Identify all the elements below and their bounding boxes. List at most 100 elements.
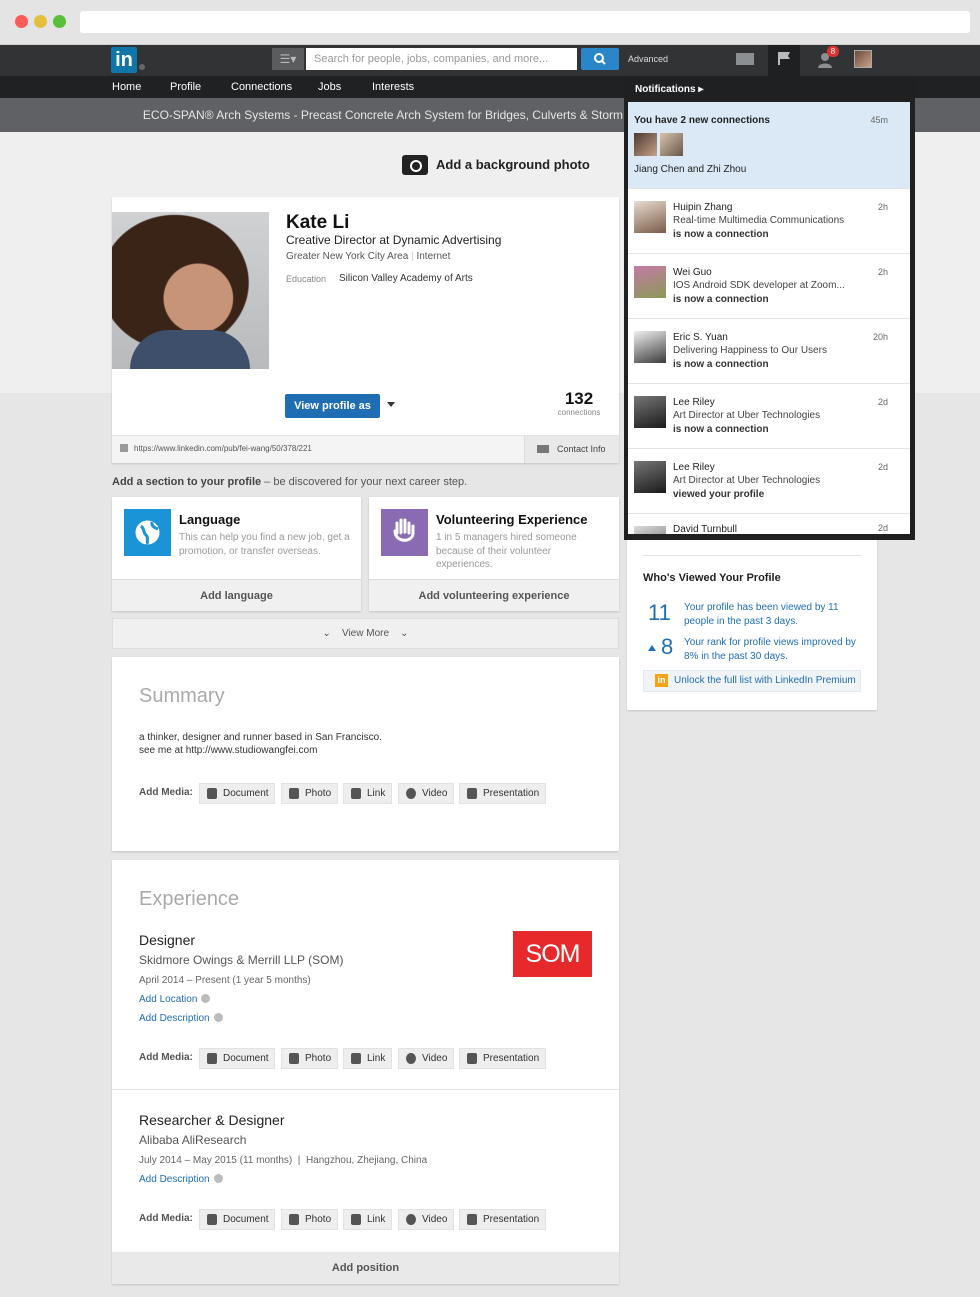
link-label: Link — [367, 1214, 386, 1225]
avatar[interactable] — [634, 266, 666, 298]
view-profile-as-button[interactable]: View profile as — [285, 394, 380, 418]
avatar[interactable] — [634, 526, 666, 534]
notification-item[interactable]: Lee Riley Art Director at Uber Technolog… — [628, 385, 910, 449]
address-bar[interactable] — [80, 11, 970, 33]
help-icon[interactable] — [201, 994, 211, 1003]
nav-jobs[interactable]: Jobs — [318, 81, 341, 93]
notification-desc: Delivering Happiness to Our Users — [673, 345, 827, 356]
notifications-button[interactable] — [768, 45, 800, 76]
add-link-button[interactable]: Link — [343, 783, 392, 804]
play-icon — [406, 1053, 416, 1064]
notification-item[interactable]: You have 2 new connections Jiang Chen an… — [628, 102, 910, 189]
notification-name: Wei Guo — [673, 267, 712, 278]
view-more-label[interactable]: ⌄ View More ⌄ — [112, 628, 619, 639]
notifications-header[interactable]: Notifications ▸ — [635, 84, 703, 95]
add-description-label: Add Description — [139, 1174, 210, 1185]
notification-time: 2d — [877, 462, 888, 472]
language-title: Language — [179, 512, 241, 527]
notification-item[interactable]: Wei Guo IOS Android SDK developer at Zoo… — [628, 255, 910, 319]
notification-action: is now a connection — [673, 229, 769, 240]
add-document-button[interactable]: Document — [199, 1048, 276, 1069]
notification-action: viewed your profile — [673, 489, 765, 500]
notification-item[interactable]: Lee Riley Art Director at Uber Technolog… — [628, 450, 910, 514]
notification-item[interactable]: Huipin Zhang Real-time Multimedia Commun… — [628, 190, 910, 254]
add-description-link[interactable]: Add Description — [139, 1174, 223, 1185]
avatar[interactable] — [634, 461, 666, 493]
add-location-link[interactable]: Add Location — [139, 994, 211, 1005]
whos-viewed-title[interactable]: Who's Viewed Your Profile — [643, 572, 781, 584]
add-description-link[interactable]: Add Description — [139, 1013, 223, 1024]
add-position-button[interactable]: Add position — [112, 1252, 619, 1284]
linkedin-premium-icon: in — [655, 674, 668, 687]
contact-info-label[interactable]: Contact Info — [557, 444, 606, 454]
advanced-search-link[interactable]: Advanced — [628, 54, 668, 64]
ad-text[interactable]: ECO-SPAN® Arch Systems - Precast Concret… — [0, 108, 625, 122]
linkedin-small-icon — [120, 444, 128, 452]
add-presentation-button[interactable]: Presentation — [459, 1048, 546, 1069]
envelope-icon[interactable] — [736, 53, 754, 65]
avatar[interactable] — [634, 201, 666, 233]
profile-industry[interactable]: Internet — [416, 251, 450, 262]
add-presentation-button[interactable]: Presentation — [459, 783, 546, 804]
search-input[interactable] — [306, 48, 577, 70]
rank-text[interactable]: Your rank for profile views improved by … — [684, 636, 864, 663]
connections-count[interactable]: 132 — [555, 389, 603, 409]
link-label: Link — [367, 788, 386, 799]
add-photo-button[interactable]: Photo — [281, 1209, 338, 1230]
notification-item[interactable]: David Turnbull 2d — [628, 515, 910, 534]
position-company[interactable]: Alibaba AliResearch — [139, 1133, 246, 1147]
linkedin-logo[interactable]: in — [111, 47, 137, 73]
nav-home[interactable]: Home — [112, 81, 141, 93]
add-photo-button[interactable]: Photo — [281, 1048, 338, 1069]
camera-icon — [289, 1214, 299, 1225]
position-company[interactable]: Skidmore Owings & Merrill LLP (SOM) — [139, 953, 344, 967]
photo-label: Photo — [305, 788, 332, 799]
experience-heading: Experience — [139, 888, 240, 910]
add-media-label: Add Media: — [139, 1052, 193, 1063]
add-video-button[interactable]: Video — [398, 1048, 454, 1069]
profile-views-text[interactable]: Your profile has been viewed by 11 peopl… — [684, 601, 864, 628]
minimize-window-dot[interactable] — [34, 15, 47, 28]
avatar[interactable] — [634, 396, 666, 428]
avatar[interactable] — [634, 331, 666, 363]
presentation-icon — [467, 1214, 477, 1225]
position-location: Hangzhou, Zhejiang, China — [305, 1155, 428, 1166]
add-video-button[interactable]: Video — [398, 783, 454, 804]
help-icon[interactable] — [213, 1174, 223, 1183]
search-button[interactable] — [581, 48, 619, 70]
add-language-button[interactable]: Add language — [112, 579, 361, 611]
maximize-window-dot[interactable] — [53, 15, 66, 28]
nav-interests[interactable]: Interests — [372, 81, 414, 93]
globe-icon — [124, 509, 171, 556]
profile-views-count[interactable]: 11 — [648, 600, 671, 626]
nav-connections[interactable]: Connections — [231, 81, 292, 93]
premium-link[interactable]: Unlock the full list with LinkedIn Premi… — [674, 675, 856, 686]
notification-time: 45m — [870, 115, 888, 125]
avatar[interactable] — [660, 133, 683, 156]
chevron-down-icon[interactable] — [387, 402, 395, 407]
add-document-button[interactable]: Document — [199, 1209, 276, 1230]
document-icon — [207, 1214, 217, 1225]
education-value[interactable]: Silicon Valley Academy of Arts — [339, 273, 473, 284]
company-logo-som[interactable]: SOM — [513, 931, 592, 977]
add-video-button[interactable]: Video — [398, 1209, 454, 1230]
avatar[interactable] — [634, 133, 657, 156]
add-link-button[interactable]: Link — [343, 1209, 392, 1230]
add-presentation-button[interactable]: Presentation — [459, 1209, 546, 1230]
close-window-dot[interactable] — [15, 15, 28, 28]
notification-time: 2h — [877, 267, 888, 277]
nav-profile[interactable]: Profile — [170, 81, 201, 93]
rank-count[interactable]: 8 — [661, 634, 673, 660]
add-photo-button[interactable]: Photo — [281, 783, 338, 804]
public-profile-url[interactable]: https://www.linkedin.com/pub/fei-wang/50… — [134, 444, 312, 453]
avatar[interactable] — [854, 50, 872, 68]
profile-location[interactable]: Greater New York City Area — [286, 251, 408, 262]
search-category-dropdown[interactable]: ☰▾ — [272, 48, 304, 70]
volunteering-desc: 1 in 5 managers hired someone because of… — [436, 532, 577, 570]
add-volunteering-button[interactable]: Add volunteering experience — [369, 579, 619, 611]
help-icon[interactable] — [213, 1013, 223, 1022]
add-document-button[interactable]: Document — [199, 783, 276, 804]
add-link-button[interactable]: Link — [343, 1048, 392, 1069]
hand-heart-icon — [381, 509, 428, 556]
notification-item[interactable]: Eric S. Yuan Delivering Happiness to Our… — [628, 320, 910, 384]
